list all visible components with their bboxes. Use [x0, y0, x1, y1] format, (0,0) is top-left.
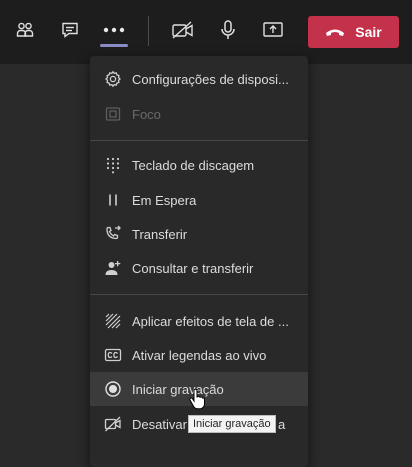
- menu-item-label: Transferir: [132, 227, 188, 242]
- menu-item-consult-transfer[interactable]: Consultar e transferir: [90, 251, 308, 285]
- hold-icon: [104, 191, 122, 209]
- menu-item-label: Consultar e transferir: [132, 261, 254, 276]
- meeting-toolbar: Sair: [0, 0, 412, 64]
- more-options-icon: [103, 27, 125, 33]
- active-indicator: [100, 44, 128, 47]
- menu-separator: [90, 294, 308, 295]
- transfer-icon: [104, 225, 122, 243]
- menu-item-label: Teclado de discagem: [132, 158, 255, 173]
- consult-transfer-icon: [104, 259, 122, 277]
- background-effects-icon: [104, 312, 122, 330]
- menu-item-hold[interactable]: Em Espera: [90, 183, 308, 217]
- leave-label: Sair: [355, 24, 382, 40]
- people-icon: [16, 22, 34, 37]
- camera-off-icon: [172, 21, 193, 39]
- hand-cursor-icon: [189, 388, 205, 415]
- share-screen-icon: [263, 22, 283, 37]
- menu-item-live-captions[interactable]: Ativar legendas ao vivo: [90, 338, 308, 372]
- more-options-button[interactable]: [98, 14, 130, 46]
- menu-separator: [90, 140, 308, 141]
- menu-item-focus[interactable]: Foco: [90, 97, 308, 131]
- menu-item-transfer[interactable]: Transferir: [90, 217, 308, 251]
- menu-item-label: Iniciar gravação: [132, 382, 224, 397]
- focus-icon: [104, 105, 122, 123]
- share-button[interactable]: [257, 14, 289, 46]
- people-button[interactable]: [9, 14, 41, 46]
- toolbar-divider: [148, 16, 149, 46]
- tooltip: Iniciar gravação: [188, 415, 276, 433]
- leave-button[interactable]: Sair: [308, 16, 399, 48]
- video-off-icon: [104, 415, 122, 433]
- menu-item-device-settings[interactable]: Configurações de disposi...: [90, 62, 308, 96]
- dialpad-icon: [104, 156, 122, 174]
- captions-icon: [104, 346, 122, 364]
- menu-item-label: Configurações de disposi...: [132, 72, 289, 87]
- record-icon: [104, 380, 122, 398]
- menu-item-background-effects[interactable]: Aplicar efeitos de tela de ...: [90, 304, 308, 338]
- chat-button[interactable]: [54, 14, 86, 46]
- microphone-button[interactable]: [212, 14, 244, 46]
- menu-item-label: Foco: [132, 107, 161, 122]
- menu-item-label: Em Espera: [132, 193, 197, 208]
- microphone-icon: [221, 20, 235, 39]
- menu-item-dialpad[interactable]: Teclado de discagem: [90, 148, 308, 182]
- hang-up-icon: [326, 29, 345, 36]
- menu-item-label: Aplicar efeitos de tela de ...: [132, 314, 289, 329]
- menu-item-label-tail: a: [278, 417, 286, 432]
- gear-icon: [104, 70, 122, 88]
- menu-item-label: Desativar: [132, 417, 187, 432]
- camera-button[interactable]: [167, 14, 199, 46]
- menu-item-label: Ativar legendas ao vivo: [132, 348, 267, 363]
- chat-icon: [62, 22, 78, 38]
